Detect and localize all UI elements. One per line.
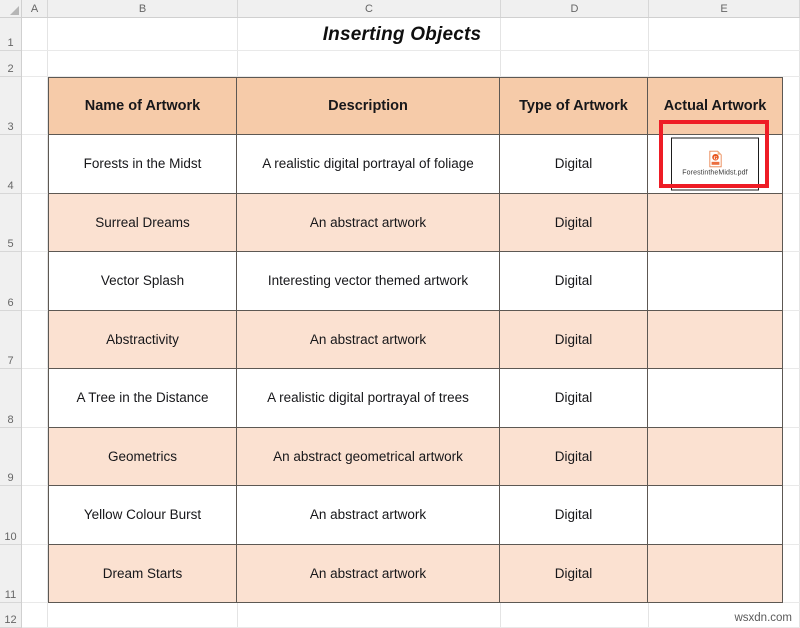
column-header-e[interactable]: E	[649, 0, 800, 17]
column-header-b[interactable]: B	[48, 0, 238, 17]
cell-description[interactable]: An abstract artwork	[236, 543, 500, 603]
cell-description[interactable]: An abstract artwork	[236, 485, 500, 545]
row-header-8[interactable]: 8	[0, 369, 21, 428]
cell-artwork-type[interactable]: Digital	[499, 543, 648, 603]
cell-artwork-type[interactable]: Digital	[499, 368, 648, 428]
table-row: Forests in the Midst A realistic digital …	[48, 134, 783, 194]
table-header-row: Name of Artwork Description Type of Artw…	[48, 77, 783, 135]
cell-artwork-name[interactable]: Dream Starts	[48, 543, 237, 603]
row-header-10[interactable]: 10	[0, 486, 21, 545]
table-row: Vector Splash Interesting vector themed a…	[48, 251, 783, 311]
cell-artwork-name[interactable]: A Tree in the Distance	[48, 368, 237, 428]
cell-actual-artwork[interactable]	[647, 368, 783, 428]
column-header-a[interactable]: A	[22, 0, 48, 17]
cell-description[interactable]: An abstract artwork	[236, 192, 500, 252]
row-header-3[interactable]: 3	[0, 77, 21, 135]
cell-artwork-type[interactable]: Digital	[499, 251, 648, 311]
column-header-description: Description	[236, 77, 500, 135]
table-row: Dream Starts An abstract artwork Digital	[48, 543, 783, 603]
column-header-d[interactable]: D	[501, 0, 649, 17]
row-header-4[interactable]: 4	[0, 135, 21, 194]
column-header-strip: ABCDE	[22, 0, 800, 18]
cell-artwork-type[interactable]: Digital	[499, 192, 648, 252]
cell-artwork-name[interactable]: Surreal Dreams	[48, 192, 237, 252]
column-header-artwork: Actual Artwork	[647, 77, 783, 135]
row-header-5[interactable]: 5	[0, 194, 21, 252]
cell-description[interactable]: An abstract artwork	[236, 309, 500, 369]
table-row: A Tree in the Distance A realistic digita…	[48, 368, 783, 428]
cell-actual-artwork[interactable]	[647, 543, 783, 603]
cell-artwork-type[interactable]: Digital	[499, 134, 648, 194]
cell-description[interactable]: A realistic digital portrayal of foliage	[236, 134, 500, 194]
cell-actual-artwork[interactable]: G ForestintheMidst.pdf	[647, 134, 783, 194]
cell-artwork-name[interactable]: Geometrics	[48, 426, 237, 486]
cell-description[interactable]: Interesting vector themed artwork	[236, 251, 500, 311]
row-header-9[interactable]: 9	[0, 428, 21, 486]
svg-text:G: G	[713, 156, 717, 161]
pdf-file-icon: G	[708, 150, 723, 167]
row-header-11[interactable]: 11	[0, 545, 21, 603]
cell-description[interactable]: A realistic digital portrayal of trees	[236, 368, 500, 428]
watermark-text: wsxdn.com	[734, 612, 792, 624]
cell-actual-artwork[interactable]	[647, 309, 783, 369]
row-header-1[interactable]: 1	[0, 18, 21, 51]
select-all-corner[interactable]	[0, 0, 22, 18]
pdf-filename-label: ForestintheMidst.pdf	[682, 169, 748, 177]
cell-actual-artwork[interactable]	[647, 485, 783, 545]
cell-artwork-name[interactable]: Yellow Colour Burst	[48, 485, 237, 545]
table-row: Abstractivity An abstract artwork Digital	[48, 309, 783, 369]
row-header-6[interactable]: 6	[0, 252, 21, 311]
table-row: Surreal Dreams An abstract artwork Digital	[48, 192, 783, 252]
column-header-c[interactable]: C	[238, 0, 501, 17]
cell-actual-artwork[interactable]	[647, 426, 783, 486]
cell-description[interactable]: An abstract geometrical artwork	[236, 426, 500, 486]
column-header-type: Type of Artwork	[499, 77, 648, 135]
row-header-2[interactable]: 2	[0, 51, 21, 77]
cell-artwork-type[interactable]: Digital	[499, 485, 648, 545]
cell-artwork-name[interactable]: Forests in the Midst	[48, 134, 237, 194]
embedded-pdf-object[interactable]: G ForestintheMidst.pdf	[671, 137, 759, 191]
cell-actual-artwork[interactable]	[647, 251, 783, 311]
row-header-strip: 1 2 3 4 5 6 7 8 9 10 11 12	[0, 18, 22, 628]
select-all-triangle-icon	[10, 6, 19, 15]
artwork-table: Name of Artwork Description Type of Artw…	[48, 77, 783, 603]
row-header-12[interactable]: 12	[0, 603, 21, 628]
table-row: Yellow Colour Burst An abstract artwork Di…	[48, 485, 783, 545]
cell-artwork-type[interactable]: Digital	[499, 426, 648, 486]
table-row: Geometrics An abstract geometrical artwor…	[48, 426, 783, 486]
cell-artwork-type[interactable]: Digital	[499, 309, 648, 369]
page-title: Inserting Objects	[322, 23, 482, 45]
cell-artwork-name[interactable]: Abstractivity	[48, 309, 237, 369]
cell-actual-artwork[interactable]	[647, 192, 783, 252]
row-header-7[interactable]: 7	[0, 311, 21, 369]
cell-artwork-name[interactable]: Vector Splash	[48, 251, 237, 311]
column-header-name: Name of Artwork	[48, 77, 237, 135]
